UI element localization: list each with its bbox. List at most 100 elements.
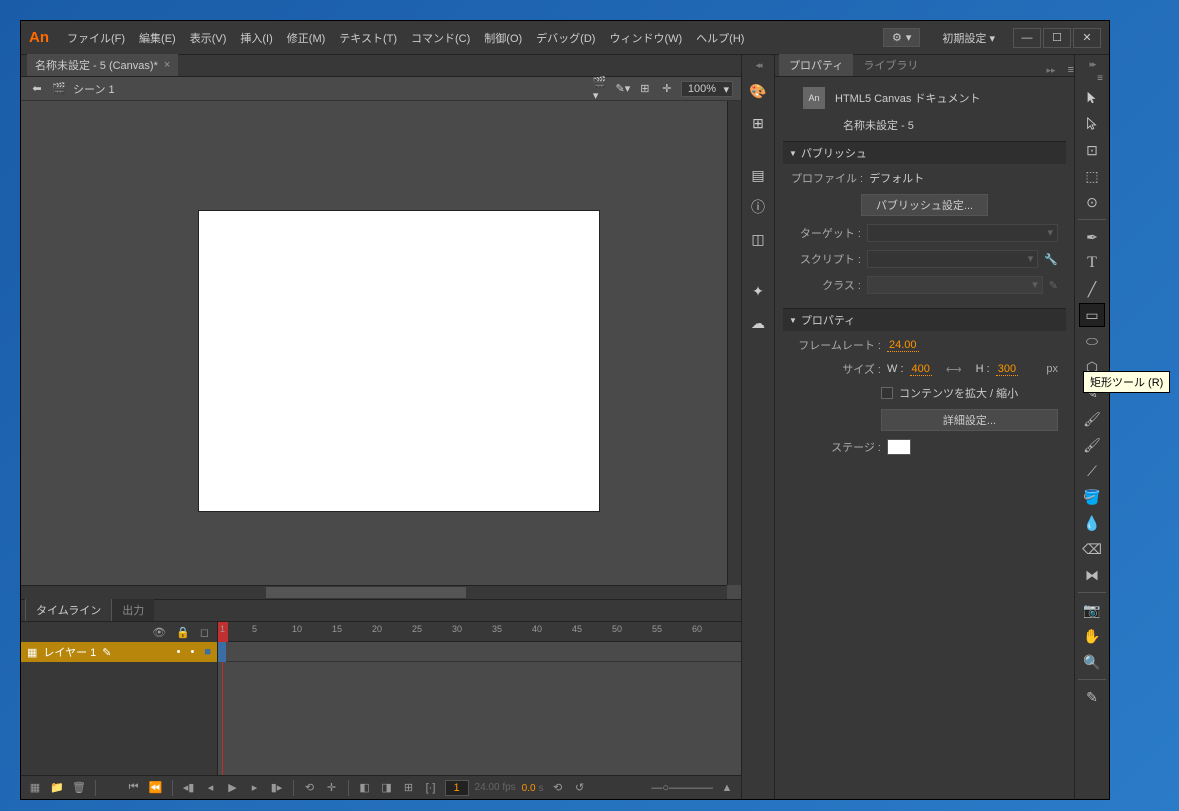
edit-multiple-icon[interactable]: ⊞ — [401, 780, 417, 796]
menu-view[interactable]: 表示(V) — [184, 26, 233, 50]
horizontal-scrollbar[interactable] — [21, 585, 727, 599]
menu-window[interactable]: ウィンドウ(W) — [603, 26, 688, 50]
timeline-ruler[interactable]: 1 5 10 15 20 25 30 35 40 45 50 55 — [218, 622, 741, 642]
collapse-grip-icon[interactable]: ◂◂ — [742, 61, 774, 69]
height-value[interactable]: 300 — [996, 363, 1018, 376]
camera-tool[interactable]: 📷 — [1079, 598, 1105, 622]
menu-commands[interactable]: コマンド(C) — [405, 26, 476, 50]
free-transform-tool[interactable]: ⊡ — [1079, 138, 1105, 162]
stage-area[interactable] — [21, 101, 741, 599]
paint-brush-tool[interactable]: 🖌 — [1079, 407, 1105, 431]
width-tool[interactable]: ⧓ — [1079, 563, 1105, 587]
tab-timeline[interactable]: タイムライン — [25, 598, 112, 621]
menu-help[interactable]: ヘルプ(H) — [690, 26, 750, 50]
selected-frame[interactable] — [218, 642, 226, 662]
current-frame[interactable]: 1 — [445, 780, 469, 796]
advanced-settings-button[interactable]: 詳細設定... — [881, 409, 1058, 431]
align-icon[interactable]: ⊞ — [748, 113, 768, 133]
frame-track[interactable] — [218, 642, 741, 662]
publish-section-header[interactable]: ▼パブリッシュ — [783, 142, 1066, 164]
visibility-icon[interactable]: 👁 — [152, 626, 166, 639]
sync-settings-button[interactable]: ⚙▾ — [883, 28, 920, 47]
edit-scene-icon[interactable]: 🎬▾ — [593, 81, 609, 97]
wrench-icon[interactable]: 🔧 — [1044, 253, 1058, 266]
text-tool[interactable]: T — [1079, 251, 1105, 275]
eraser-tool[interactable]: ⌫ — [1079, 537, 1105, 561]
close-button[interactable]: ✕ — [1073, 28, 1101, 48]
step-prev-icon[interactable]: ◂ — [203, 780, 219, 796]
eyedropper-tool[interactable]: 💧 — [1079, 511, 1105, 535]
scene-label[interactable]: シーン 1 — [73, 81, 115, 97]
new-layer-icon[interactable]: ▦ — [27, 780, 43, 796]
back-icon[interactable]: ⬅ — [29, 81, 45, 97]
info-icon[interactable]: ⓘ — [748, 197, 768, 217]
center-frame-icon[interactable]: ✛ — [324, 780, 340, 796]
loop-icon[interactable]: ⟲ — [302, 780, 318, 796]
timeline-view-icon[interactable]: ▲ — [719, 780, 735, 796]
onion-outline-icon[interactable]: ◨ — [379, 780, 395, 796]
vertical-scrollbar[interactable] — [727, 101, 741, 585]
menu-debug[interactable]: デバッグ(D) — [530, 26, 601, 50]
cc-libraries-icon[interactable]: ☁ — [748, 313, 768, 333]
collapse-grip-icon[interactable]: ▸▸ — [1075, 59, 1109, 69]
lasso-tool[interactable]: ⊙ — [1079, 190, 1105, 214]
step-back-icon[interactable]: ⏪ — [148, 780, 164, 796]
undo-icon[interactable]: ⟲ — [550, 780, 566, 796]
tab-library[interactable]: ライブラリ — [853, 54, 928, 76]
stage-color-swatch[interactable] — [887, 439, 911, 455]
link-dimensions-icon[interactable]: ⟷ — [946, 363, 962, 376]
play-icon[interactable]: ▶ — [225, 780, 241, 796]
minimize-button[interactable]: — — [1013, 28, 1041, 48]
menu-edit[interactable]: 編集(E) — [133, 26, 182, 50]
lock-icon[interactable]: 🔒 — [176, 626, 190, 639]
stage-canvas[interactable] — [199, 211, 599, 511]
goto-first-icon[interactable]: ⏮ — [126, 780, 142, 796]
line-tool[interactable]: ╱ — [1079, 277, 1105, 301]
loop-playback-icon[interactable]: ↺ — [572, 780, 588, 796]
layer-row[interactable]: ▦ レイヤー 1 ✎ ••■ — [21, 642, 217, 662]
framerate-value[interactable]: 24.00 — [887, 339, 919, 352]
step-next-icon[interactable]: ▸ — [247, 780, 263, 796]
oval-tool[interactable]: ⬭ — [1079, 329, 1105, 353]
layer-name[interactable]: レイヤー 1 — [43, 644, 96, 660]
document-tab[interactable]: 名称未設定 - 5 (Canvas)* × — [27, 54, 178, 76]
panel-menu-icon[interactable]: ≡ — [1097, 73, 1103, 84]
selection-tool[interactable] — [1079, 86, 1105, 110]
menu-modify[interactable]: 修正(M) — [281, 26, 332, 50]
stage-center-icon[interactable]: ✛ — [659, 81, 675, 97]
collapse-grip-icon[interactable]: ▸▸ — [1047, 65, 1056, 76]
prev-keyframe-icon[interactable]: ◂▮ — [181, 780, 197, 796]
bone-tool[interactable]: ⟋ — [1079, 459, 1105, 483]
color-icon[interactable]: ▤ — [748, 165, 768, 185]
close-tab-icon[interactable]: × — [164, 59, 170, 71]
width-value[interactable]: 400 — [910, 363, 932, 376]
menu-text[interactable]: テキスト(T) — [333, 26, 403, 50]
onion-markers-icon[interactable]: [·] — [423, 780, 439, 796]
brush-library-icon[interactable]: ✦ — [748, 281, 768, 301]
swatches-icon[interactable]: 🎨 — [748, 81, 768, 101]
publish-settings-button[interactable]: パブリッシュ設定... — [861, 194, 988, 216]
timeline-zoom-slider[interactable]: —○———— — [651, 782, 713, 794]
scale-content-checkbox[interactable] — [881, 387, 893, 399]
paint-bucket-tool[interactable]: 🪣 — [1079, 485, 1105, 509]
new-folder-icon[interactable]: 📁 — [49, 780, 65, 796]
transform-icon[interactable]: ◫ — [748, 229, 768, 249]
zoom-tool[interactable]: 🔍 — [1079, 650, 1105, 674]
panel-menu-icon[interactable]: ≡ — [1068, 64, 1074, 76]
clip-overflow-icon[interactable]: ⊞ — [637, 81, 653, 97]
delete-layer-icon[interactable]: 🗑 — [71, 780, 87, 796]
next-keyframe-icon[interactable]: ▮▸ — [269, 780, 285, 796]
pen-tool[interactable]: ✒ — [1079, 225, 1105, 249]
maximize-button[interactable]: ☐ — [1043, 28, 1071, 48]
onion-skin-icon[interactable]: ◧ — [357, 780, 373, 796]
3d-rotation-tool[interactable]: ⬚ — [1079, 164, 1105, 188]
scene-clapper-icon[interactable]: 🎬 — [51, 81, 67, 97]
brush-tool[interactable]: 🖌 — [1079, 433, 1105, 457]
menu-insert[interactable]: 挿入(I) — [234, 26, 278, 50]
tab-output[interactable]: 出力 — [112, 599, 154, 621]
edit-symbol-icon[interactable]: ✎▾ — [615, 81, 631, 97]
stroke-color-tool[interactable]: ✎ — [1079, 685, 1105, 709]
subselection-tool[interactable] — [1079, 112, 1105, 136]
outline-icon[interactable]: ◻ — [200, 626, 209, 639]
rectangle-tool[interactable]: ▭ — [1079, 303, 1105, 327]
